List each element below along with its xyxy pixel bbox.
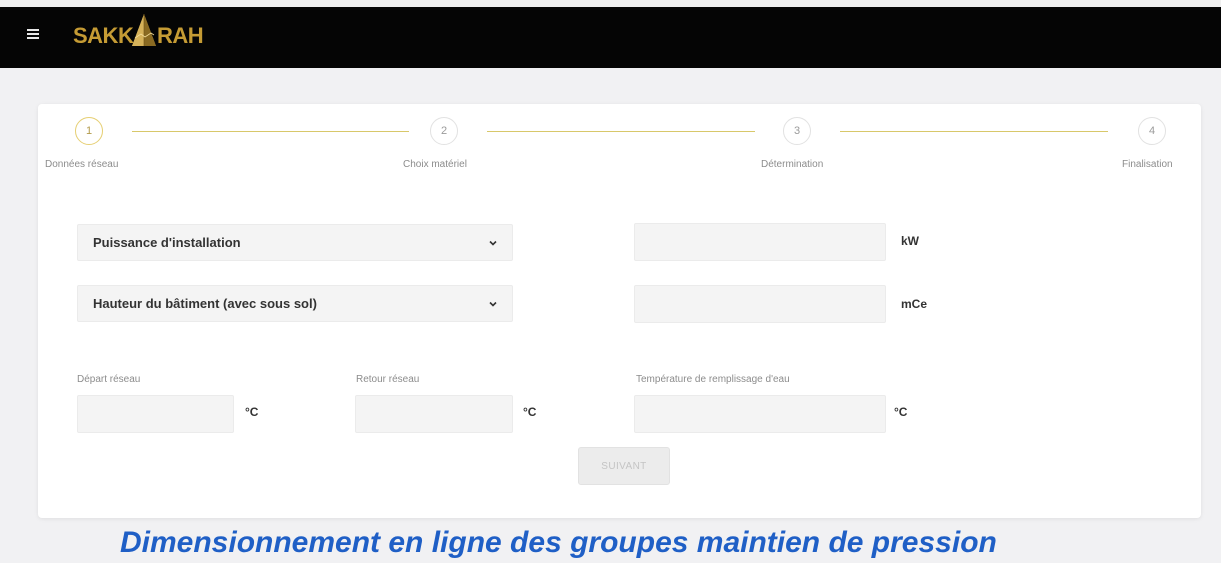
fill-temperature-label: Température de remplissage d'eau (636, 374, 790, 385)
stepper-line-1 (132, 131, 409, 132)
building-height-select-value: Hauteur du bâtiment (avec sous sol) (93, 296, 317, 311)
height-input[interactable] (634, 285, 886, 323)
page-footer-title: Dimensionnement en ligne des groupes mai… (120, 526, 997, 559)
retour-reseau-label: Retour réseau (356, 374, 420, 385)
depart-reseau-unit: °C (245, 405, 259, 419)
step-2-circle[interactable]: 2 (430, 117, 458, 145)
chevron-down-icon (489, 240, 497, 246)
step-2-label: Choix matériel (403, 159, 467, 170)
power-input[interactable] (634, 223, 886, 261)
step-3-label: Détermination (761, 159, 824, 170)
installation-power-select-value: Puissance d'installation (93, 235, 241, 250)
step-4-label: Finalisation (1122, 159, 1173, 170)
height-unit: mCe (901, 297, 928, 311)
fill-temperature-unit: °C (894, 405, 908, 419)
power-unit: kW (901, 234, 919, 248)
pyramid-logo-icon (132, 14, 156, 46)
hamburger-icon[interactable] (27, 28, 41, 40)
step-1-circle[interactable]: 1 (75, 117, 103, 145)
retour-reseau-unit: °C (523, 405, 537, 419)
logo[interactable]: SAKK RAH (73, 12, 213, 52)
stepper-line-3 (840, 131, 1108, 132)
step-4-circle[interactable]: 4 (1138, 117, 1166, 145)
logo-text-right: RAH (157, 23, 204, 48)
top-bar: SAKK RAH (0, 0, 1221, 68)
chevron-down-icon (489, 301, 497, 307)
depart-reseau-label: Départ réseau (77, 374, 141, 385)
fill-temperature-input[interactable] (634, 395, 886, 433)
installation-power-select[interactable]: Puissance d'installation (77, 224, 513, 261)
stepper-line-2 (487, 131, 755, 132)
step-1-label: Données réseau (45, 159, 119, 170)
logo-text-left: SAKK (73, 23, 134, 48)
building-height-select[interactable]: Hauteur du bâtiment (avec sous sol) (77, 285, 513, 322)
step-3-circle[interactable]: 3 (783, 117, 811, 145)
depart-reseau-input[interactable] (77, 395, 234, 433)
next-button[interactable]: SUIVANT (578, 447, 670, 485)
retour-reseau-input[interactable] (355, 395, 513, 433)
